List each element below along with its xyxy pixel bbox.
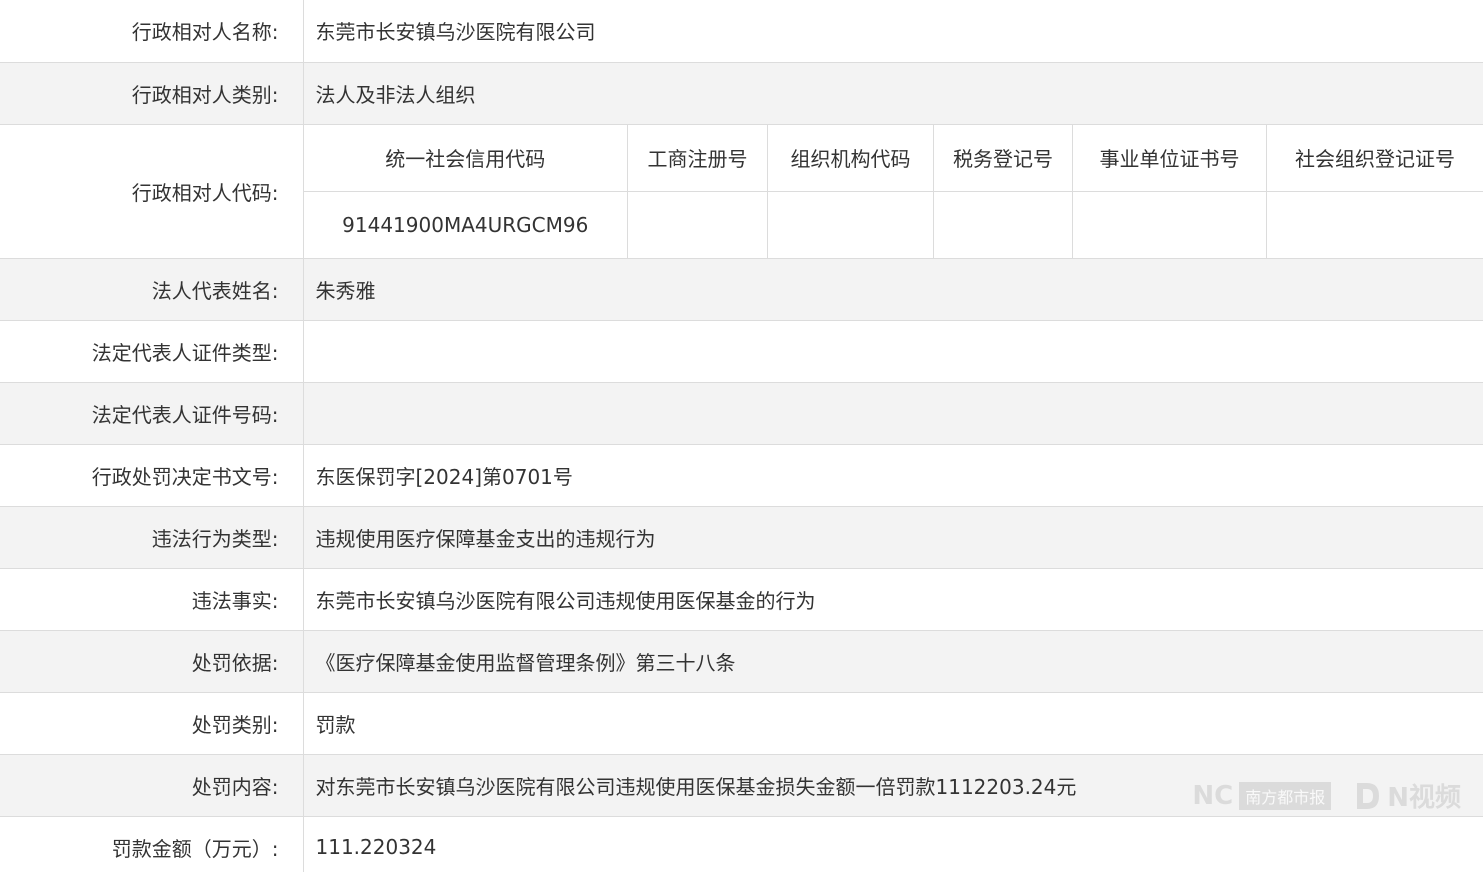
label-penalty-category: 处罚类别: bbox=[0, 692, 304, 755]
row-legal-rep-id-number: 法定代表人证件号码: bbox=[0, 382, 1483, 445]
value-legal-rep-id-type bbox=[303, 320, 1483, 383]
row-counterparty-category: 行政相对人类别: 法人及非法人组织 bbox=[0, 62, 1483, 125]
label-penalty-basis: 处罚依据: bbox=[0, 630, 304, 693]
value-credit-code: 91441900MA4URGCM96 bbox=[303, 191, 628, 258]
row-violation-type: 违法行为类型: 违规使用医疗保障基金支出的违规行为 bbox=[0, 506, 1483, 569]
value-counterparty-name: 东莞市长安镇乌沙医院有限公司 bbox=[303, 0, 1483, 63]
label-legal-rep-id-number: 法定代表人证件号码: bbox=[0, 382, 304, 445]
row-penalty-category: 处罚类别: 罚款 bbox=[0, 692, 1483, 755]
value-penalty-content: 对东莞市长安镇乌沙医院有限公司违规使用医保基金损失金额一倍罚款1112203.2… bbox=[303, 754, 1483, 817]
value-business-reg-no bbox=[627, 191, 768, 258]
value-counterparty-category: 法人及非法人组织 bbox=[303, 62, 1483, 125]
value-tax-reg-no bbox=[933, 191, 1073, 258]
label-counterparty-codes: 行政相对人代码: bbox=[0, 124, 304, 259]
row-fine-amount: 罚款金额（万元）: 111.220324 bbox=[0, 816, 1483, 872]
value-fine-amount: 111.220324 bbox=[303, 816, 1483, 872]
label-violation-type: 违法行为类型: bbox=[0, 506, 304, 569]
label-decision-doc-number: 行政处罚决定书文号: bbox=[0, 444, 304, 507]
row-legal-rep-name: 法人代表姓名: 朱秀雅 bbox=[0, 258, 1483, 321]
row-decision-doc-number: 行政处罚决定书文号: 东医保罚字[2024]第0701号 bbox=[0, 444, 1483, 507]
label-counterparty-category: 行政相对人类别: bbox=[0, 62, 304, 125]
penalty-info-table: 行政相对人名称: 东莞市长安镇乌沙医院有限公司 行政相对人类别: 法人及非法人组… bbox=[0, 0, 1483, 872]
value-violation-facts: 东莞市长安镇乌沙医院有限公司违规使用医保基金的行为 bbox=[303, 568, 1483, 631]
document-page: 行政相对人名称: 东莞市长安镇乌沙医院有限公司 行政相对人类别: 法人及非法人组… bbox=[0, 0, 1483, 872]
header-org-code: 组织机构代码 bbox=[767, 124, 934, 192]
header-institution-cert-no: 事业单位证书号 bbox=[1072, 124, 1267, 192]
row-violation-facts: 违法事实: 东莞市长安镇乌沙医院有限公司违规使用医保基金的行为 bbox=[0, 568, 1483, 631]
codes-value-row: 91441900MA4URGCM96 bbox=[303, 191, 1483, 258]
value-social-org-reg-no bbox=[1267, 191, 1483, 258]
label-legal-rep-id-type: 法定代表人证件类型: bbox=[0, 320, 304, 383]
codes-subtable: 统一社会信用代码 工商注册号 组织机构代码 税务登记号 事业单位证书号 社会组织… bbox=[303, 124, 1483, 258]
value-legal-rep-name: 朱秀雅 bbox=[303, 258, 1483, 321]
header-social-org-reg-no: 社会组织登记证号 bbox=[1266, 124, 1483, 192]
label-counterparty-name: 行政相对人名称: bbox=[0, 0, 304, 63]
label-violation-facts: 违法事实: bbox=[0, 568, 304, 631]
value-violation-type: 违规使用医疗保障基金支出的违规行为 bbox=[303, 506, 1483, 569]
value-penalty-basis: 《医疗保障基金使用监督管理条例》第三十八条 bbox=[303, 630, 1483, 693]
label-penalty-content: 处罚内容: bbox=[0, 754, 304, 817]
row-penalty-content: 处罚内容: 对东莞市长安镇乌沙医院有限公司违规使用医保基金损失金额一倍罚款111… bbox=[0, 754, 1483, 817]
value-legal-rep-id-number bbox=[303, 382, 1483, 445]
label-fine-amount: 罚款金额（万元）: bbox=[0, 816, 304, 872]
label-legal-rep-name: 法人代表姓名: bbox=[0, 258, 304, 321]
value-decision-doc-number: 东医保罚字[2024]第0701号 bbox=[303, 444, 1483, 507]
value-penalty-category: 罚款 bbox=[303, 692, 1483, 755]
codes-header-row: 统一社会信用代码 工商注册号 组织机构代码 税务登记号 事业单位证书号 社会组织… bbox=[303, 124, 1483, 192]
row-counterparty-codes: 行政相对人代码: 统一社会信用代码 工商注册号 组织机构代码 税务登记号 事业单… bbox=[0, 124, 1483, 259]
value-institution-cert-no bbox=[1072, 191, 1267, 258]
row-counterparty-name: 行政相对人名称: 东莞市长安镇乌沙医院有限公司 bbox=[0, 0, 1483, 63]
value-org-code bbox=[767, 191, 934, 258]
header-tax-reg-no: 税务登记号 bbox=[933, 124, 1073, 192]
codes-cell: 统一社会信用代码 工商注册号 组织机构代码 税务登记号 事业单位证书号 社会组织… bbox=[303, 124, 1483, 259]
header-business-reg-no: 工商注册号 bbox=[627, 124, 768, 192]
header-credit-code: 统一社会信用代码 bbox=[303, 124, 628, 192]
row-penalty-basis: 处罚依据: 《医疗保障基金使用监督管理条例》第三十八条 bbox=[0, 630, 1483, 693]
row-legal-rep-id-type: 法定代表人证件类型: bbox=[0, 320, 1483, 383]
